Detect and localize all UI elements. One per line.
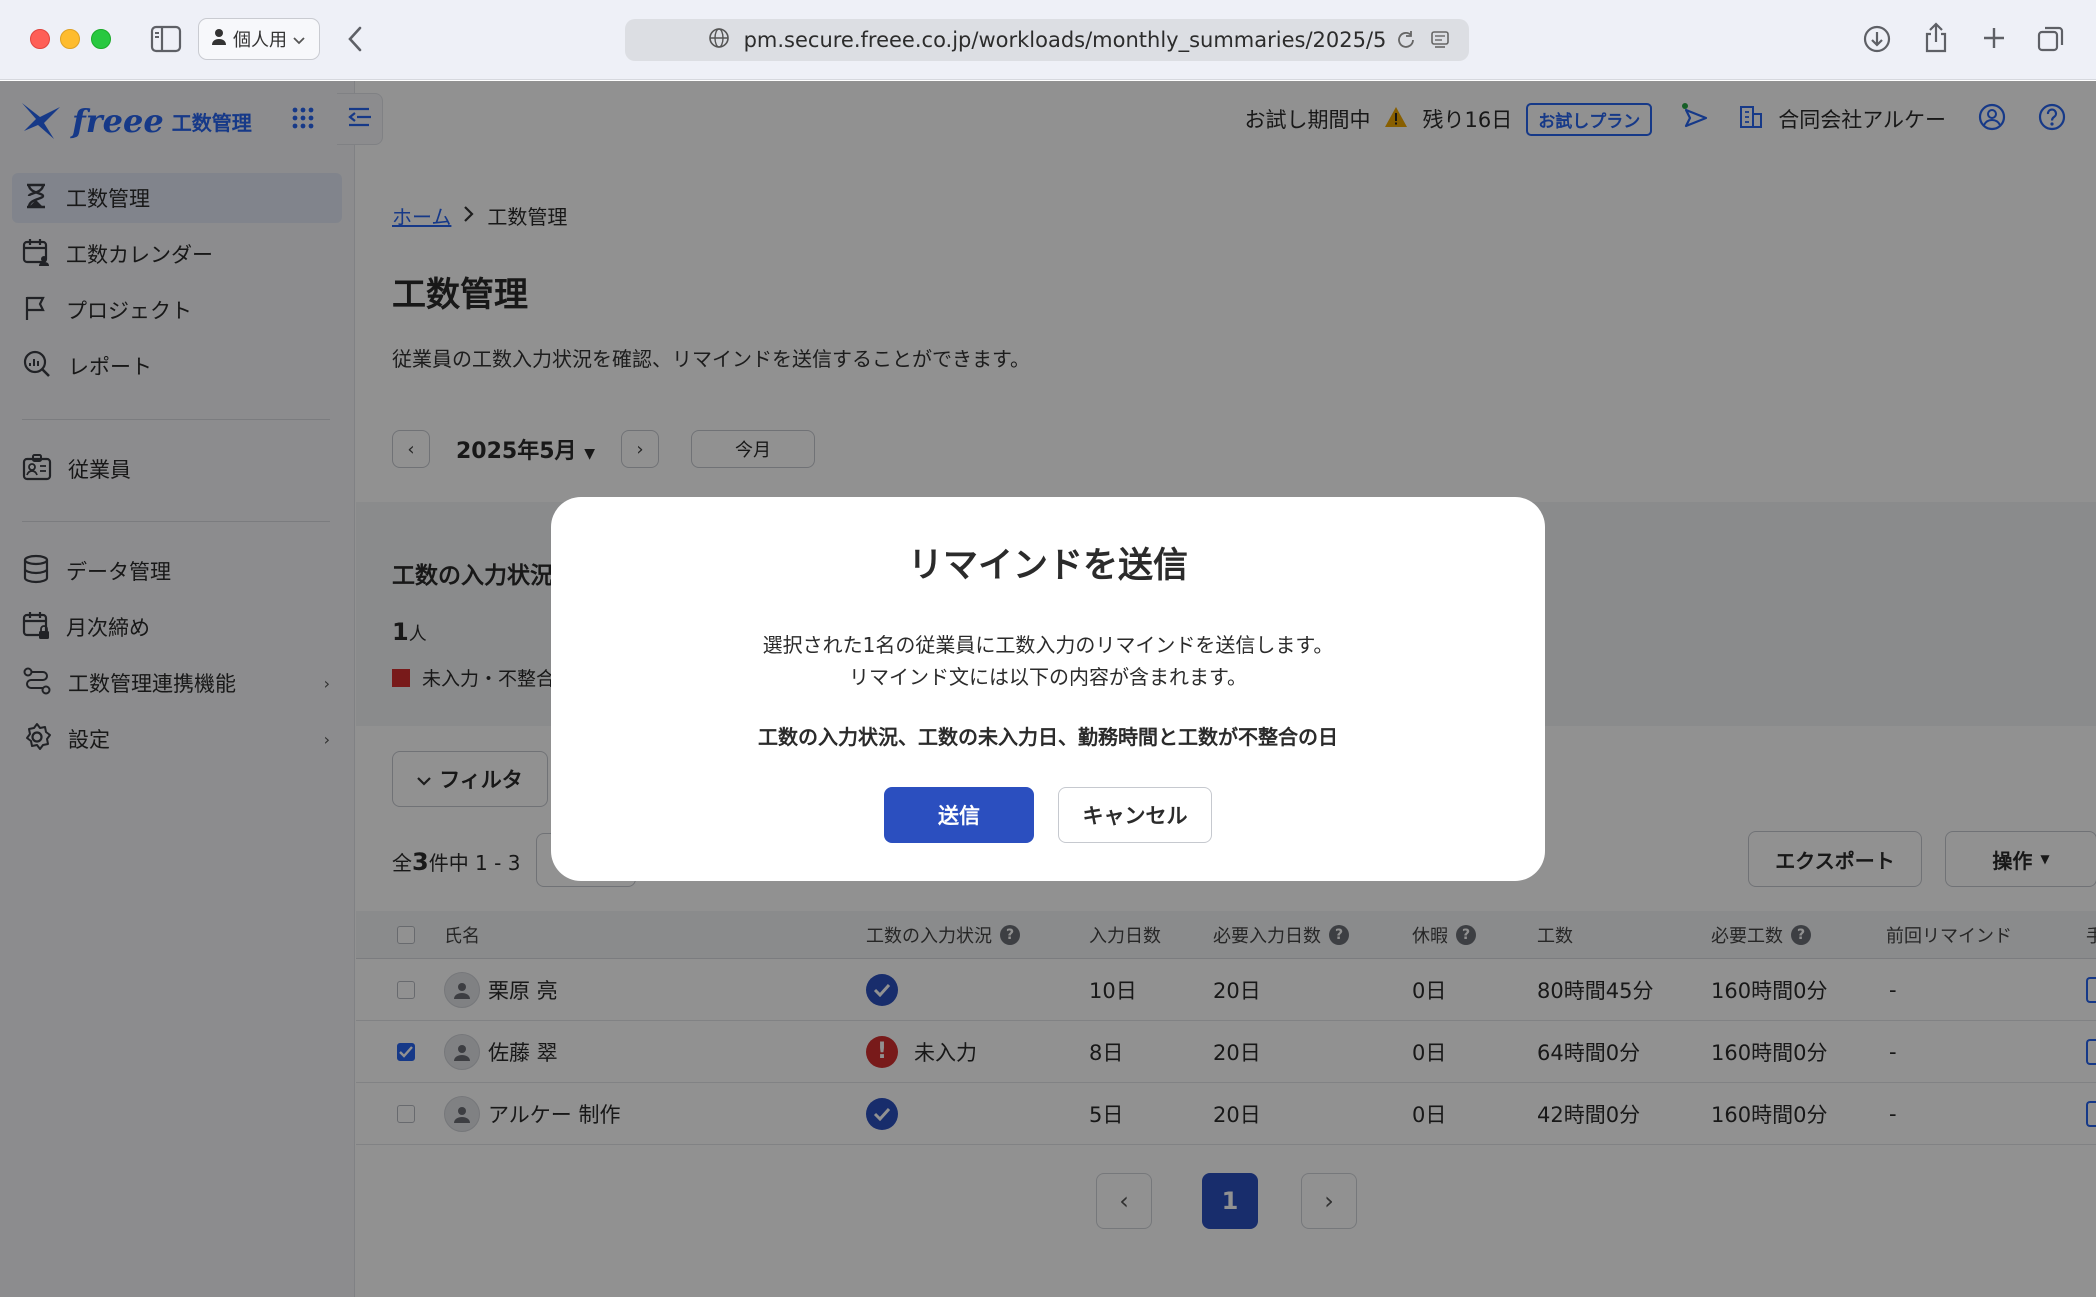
remind-dialog: リマインドを送信 選択された1名の従業員に工数入力のリマインドを送信します。 リ… bbox=[551, 497, 1545, 881]
close-window-button[interactable] bbox=[30, 29, 50, 49]
reader-icon[interactable] bbox=[1429, 29, 1451, 56]
dialog-contents-summary: 工数の入力状況、工数の未入力日、勤務時間と工数が不整合の日 bbox=[758, 725, 1338, 749]
dialog-title: リマインドを送信 bbox=[907, 546, 1188, 586]
dialog-message-line1: 選択された1名の従業員に工数入力のリマインドを送信します。 bbox=[762, 633, 1334, 657]
share-icon[interactable] bbox=[1922, 22, 1950, 54]
profile-label: 個人用 bbox=[233, 30, 287, 51]
dialog-message-line2: リマインド文には以下の内容が含まれます。 bbox=[849, 665, 1247, 689]
chevron-down-icon bbox=[293, 29, 305, 50]
zoom-window-button[interactable] bbox=[91, 29, 111, 49]
url-text: pm.secure.freee.co.jp/workloads/monthly_… bbox=[743, 28, 1387, 52]
person-icon bbox=[211, 28, 227, 51]
cancel-button[interactable]: キャンセル bbox=[1058, 787, 1212, 843]
sidebar-toggle-icon[interactable] bbox=[150, 24, 182, 54]
back-icon[interactable] bbox=[345, 24, 365, 54]
new-tab-icon[interactable] bbox=[1980, 24, 2008, 52]
globe-icon bbox=[708, 27, 730, 54]
tab-overview-icon[interactable] bbox=[2036, 24, 2066, 54]
send-button[interactable]: 送信 bbox=[884, 787, 1034, 843]
browser-toolbar: 個人用 pm.secure.freee.co.jp/workloads/mont… bbox=[0, 0, 2096, 80]
profile-switcher[interactable]: 個人用 bbox=[198, 18, 320, 60]
reload-icon[interactable] bbox=[1395, 29, 1417, 56]
address-bar[interactable]: pm.secure.freee.co.jp/workloads/monthly_… bbox=[625, 19, 1469, 61]
minimize-window-button[interactable] bbox=[60, 29, 80, 49]
download-icon[interactable] bbox=[1862, 24, 1892, 54]
